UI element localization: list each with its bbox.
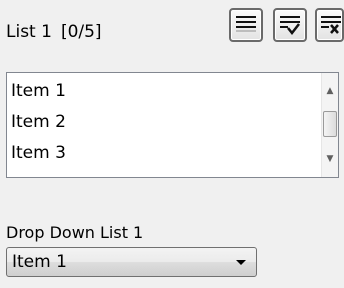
list-check-icon	[280, 16, 300, 36]
list-item[interactable]: Item 1	[11, 78, 66, 104]
vertical-scrollbar[interactable]: ▲ ▼	[321, 73, 338, 177]
dropdown-label: Drop Down List 1	[6, 223, 144, 242]
list-clear-icon	[321, 16, 341, 34]
clear-selection-button[interactable]	[315, 8, 344, 42]
scrollbar-thumb[interactable]	[323, 111, 337, 137]
select-all-button[interactable]	[273, 8, 307, 42]
dropdown-select[interactable]: Item 1	[6, 247, 257, 277]
chevron-down-icon	[236, 260, 246, 265]
list-selection-count: [0/5]	[60, 22, 102, 42]
list-lines-icon	[236, 16, 256, 32]
scroll-up-arrow-icon[interactable]: ▲	[322, 83, 338, 99]
list-item[interactable]: Item 2	[11, 109, 66, 135]
list-title-label: List 1	[6, 22, 52, 42]
scroll-down-arrow-icon[interactable]: ▼	[322, 151, 338, 167]
dropdown-selected-value: Item 1	[12, 252, 67, 272]
list-box[interactable]: Item 1 Item 2 Item 3 ▲ ▼	[6, 72, 339, 178]
list-view-button[interactable]	[229, 8, 263, 42]
list-item[interactable]: Item 3	[11, 140, 66, 166]
list-title: List 1 [0/5]	[6, 20, 102, 44]
